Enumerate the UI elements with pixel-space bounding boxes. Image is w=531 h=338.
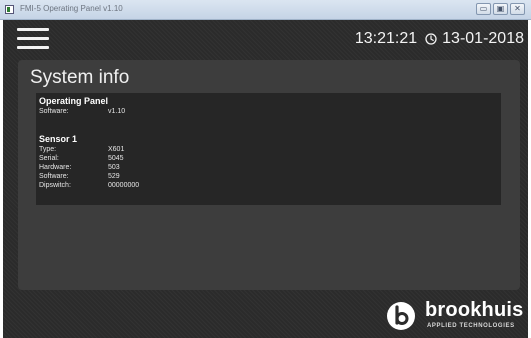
menu-line: [17, 46, 49, 49]
clock-icon: [425, 33, 437, 45]
info-value: 503: [108, 164, 120, 171]
info-label: Serial:: [39, 155, 59, 162]
date-text: 13-01-2018: [442, 30, 524, 47]
info-value: X601: [108, 146, 125, 153]
info-value: v1.10: [108, 108, 126, 115]
datetime-display: 13:21:21 13-01-2018: [355, 30, 524, 48]
info-value: 00000000: [108, 182, 140, 189]
info-label: Software:: [39, 173, 69, 180]
section-heading-sensor: Sensor 1: [39, 134, 78, 144]
menu-line: [17, 37, 49, 40]
top-bar: 13:21:21 13-01-2018: [3, 20, 528, 56]
info-value: 529: [108, 173, 120, 180]
info-box: Operating Panel Software: v1.10 Sensor 1…: [36, 93, 501, 205]
info-label: Software:: [39, 108, 69, 115]
brookhuis-logo-icon: [387, 302, 415, 330]
maximize-button[interactable]: ▣: [493, 3, 508, 15]
info-label: Hardware:: [39, 164, 72, 171]
hamburger-menu-icon[interactable]: [17, 28, 49, 50]
menu-line: [17, 28, 49, 31]
info-label: Dipswitch:: [39, 182, 71, 189]
app-area: 13:21:21 13-01-2018 System info Operatin…: [3, 20, 528, 338]
info-value: 5045: [108, 155, 124, 162]
system-info-panel: System info Operating Panel Software: v1…: [18, 60, 520, 290]
minimize-button[interactable]: ▭: [476, 3, 491, 15]
window-controls: ▭ ▣ ✕: [476, 3, 525, 15]
brand-logo: brookhuis APPLIED TECHNOLOGIES: [386, 298, 526, 334]
info-label: Type:: [39, 146, 57, 153]
logo-wordmark: brookhuis: [425, 299, 524, 321]
page-title: System info: [30, 67, 130, 88]
window-title: FMI-5 Operating Panel v1.10: [20, 4, 123, 13]
window-titlebar: FMI-5 Operating Panel v1.10 ▭ ▣ ✕: [0, 0, 531, 20]
app-icon: [5, 5, 14, 14]
time-text: 13:21:21: [354, 30, 418, 47]
logo-tagline: APPLIED TECHNOLOGIES: [427, 323, 515, 329]
section-heading-operating-panel: Operating Panel: [39, 96, 109, 106]
close-button[interactable]: ✕: [510, 3, 525, 15]
